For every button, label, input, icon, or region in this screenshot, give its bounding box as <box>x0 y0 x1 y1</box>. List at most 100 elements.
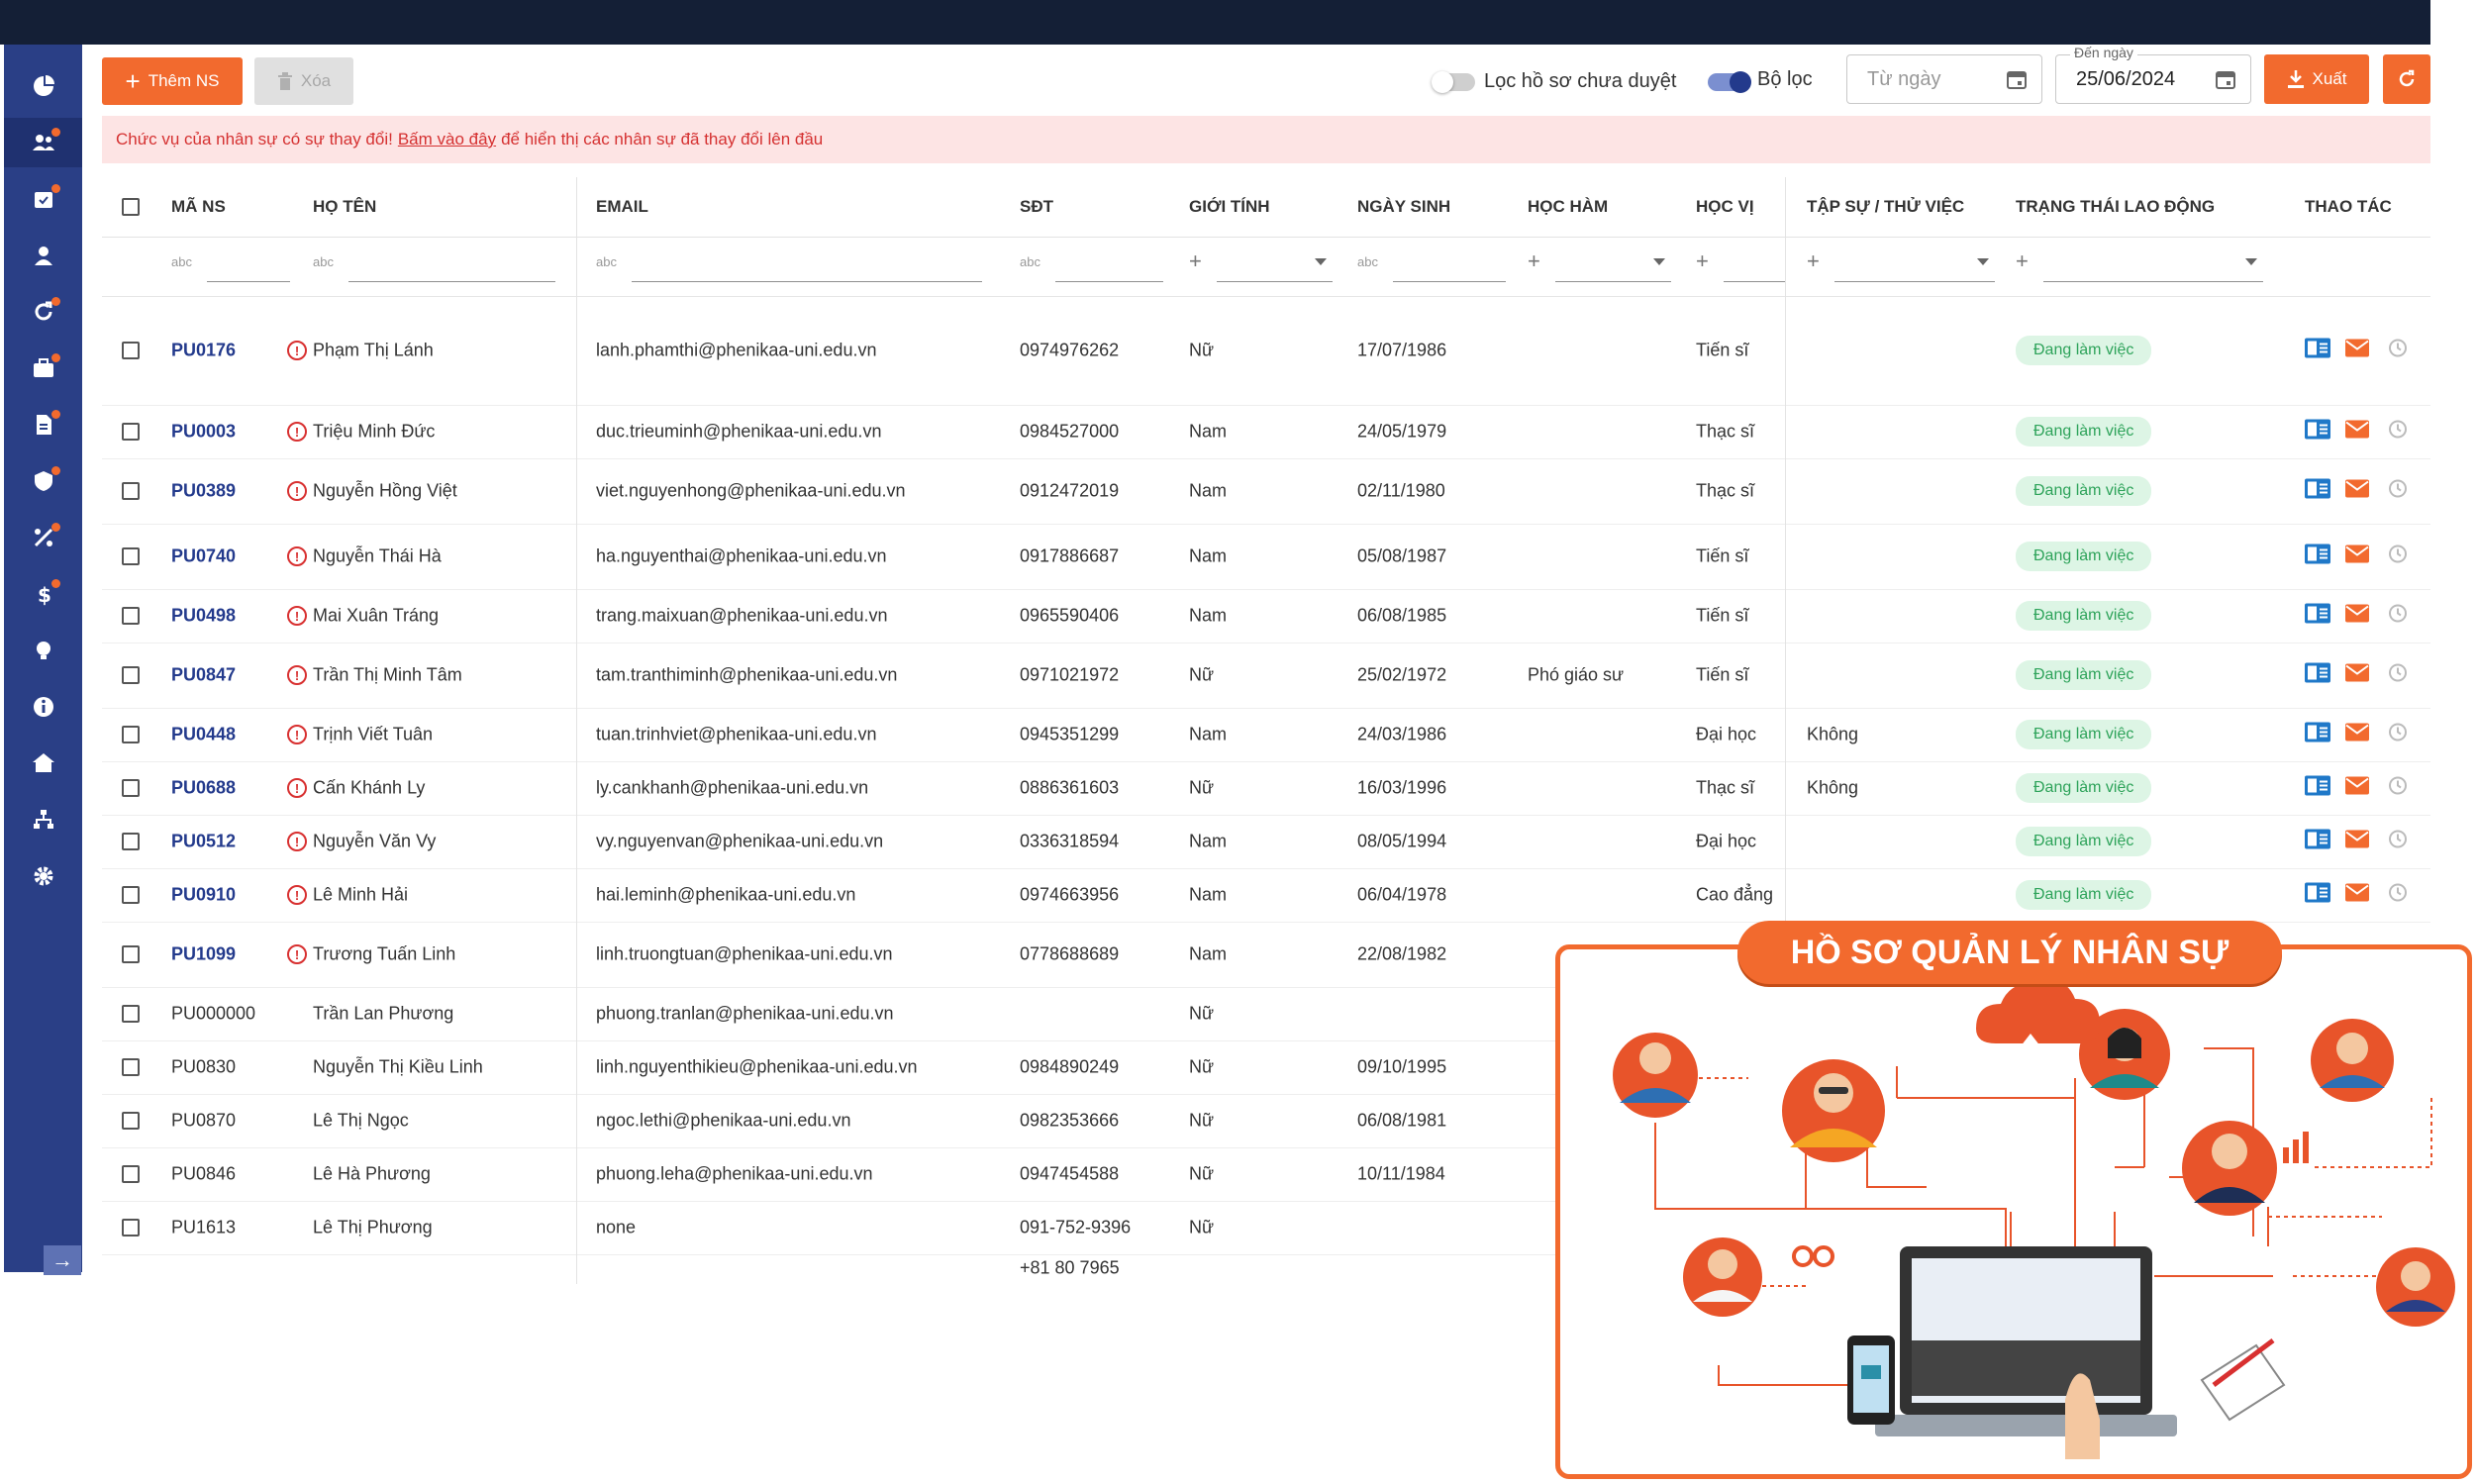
mail-icon[interactable] <box>2345 544 2369 568</box>
sidebar-item-calendar-check[interactable] <box>4 174 82 224</box>
mail-icon[interactable] <box>2345 776 2369 800</box>
history-icon[interactable] <box>2387 544 2409 570</box>
employee-code[interactable]: PU0448 <box>171 725 236 745</box>
sidebar-item-settings[interactable] <box>4 851 82 901</box>
table-row[interactable]: PU0389! Nguyễn Hồng Việt viet.nguyenhong@p… <box>102 458 2430 525</box>
employee-code[interactable]: PU1613 <box>171 1218 236 1238</box>
row-checkbox[interactable] <box>122 1112 140 1130</box>
column-header-name[interactable]: HỌ TÊN <box>313 197 376 217</box>
row-checkbox[interactable] <box>122 726 140 743</box>
table-row[interactable]: PU0176! Phạm Thị Lánh lanh.phamthi@phenika… <box>102 296 2430 406</box>
table-row[interactable]: PU0512! Nguyễn Văn Vy vy.nguyenvan@phenika… <box>102 815 2430 869</box>
select-all-checkbox[interactable] <box>122 198 140 216</box>
column-header-rank[interactable]: HỌC HÀM <box>1528 197 1608 217</box>
employee-code[interactable]: PU0847 <box>171 665 236 686</box>
table-row[interactable]: PU0688! Cấn Khánh Ly ly.cankhanh@phenikaa-… <box>102 761 2430 816</box>
sidebar-item-info[interactable] <box>4 682 82 732</box>
table-row[interactable]: PU0003! Triệu Minh Đức duc.trieuminh@pheni… <box>102 405 2430 459</box>
view-profile-icon[interactable] <box>2305 882 2330 908</box>
mail-icon[interactable] <box>2345 723 2369 746</box>
filter-probation[interactable]: + <box>1807 237 1995 296</box>
mail-icon[interactable] <box>2345 883 2369 907</box>
collapse-sidebar-button[interactable]: → <box>44 1245 81 1275</box>
employee-code[interactable]: PU0389 <box>171 481 236 502</box>
view-profile-icon[interactable] <box>2305 603 2330 629</box>
mail-icon[interactable] <box>2345 339 2369 362</box>
employee-code[interactable]: PU0176 <box>171 341 236 361</box>
employee-code[interactable]: PU1099 <box>171 944 236 965</box>
column-header-email[interactable]: EMAIL <box>596 197 648 217</box>
column-header-code[interactable]: MÃ NS <box>171 197 226 217</box>
view-profile-icon[interactable] <box>2305 338 2330 363</box>
row-checkbox[interactable] <box>122 886 140 904</box>
employee-code[interactable]: PU0688 <box>171 778 236 799</box>
filter-rank[interactable]: + <box>1528 237 1671 296</box>
sidebar-item-shield[interactable] <box>4 456 82 506</box>
history-icon[interactable] <box>2387 603 2409 630</box>
sidebar-item-document[interactable] <box>4 400 82 449</box>
history-icon[interactable] <box>2387 829 2409 855</box>
sidebar-item-dashboard[interactable] <box>4 61 82 111</box>
filter-dob[interactable]: abc <box>1357 237 1506 296</box>
filter-name[interactable]: abc <box>313 237 555 296</box>
table-row[interactable]: PU0847! Trần Thị Minh Tâm tam.tranthiminh@… <box>102 643 2430 709</box>
mail-icon[interactable] <box>2345 830 2369 853</box>
row-checkbox[interactable] <box>122 547 140 565</box>
filter-email[interactable]: abc <box>596 237 982 296</box>
column-header-gender[interactable]: GIỚI TÍNH <box>1189 197 1270 217</box>
delete-button[interactable]: Xóa <box>254 57 353 105</box>
employee-code[interactable]: PU0846 <box>171 1164 236 1185</box>
view-profile-icon[interactable] <box>2305 544 2330 569</box>
column-header-degree[interactable]: HỌC VỊ <box>1696 197 1754 217</box>
row-checkbox[interactable] <box>122 1058 140 1076</box>
history-icon[interactable] <box>2387 338 2409 364</box>
employee-code[interactable]: PU0830 <box>171 1057 236 1078</box>
view-profile-icon[interactable] <box>2305 662 2330 688</box>
row-checkbox[interactable] <box>122 482 140 500</box>
row-checkbox[interactable] <box>122 666 140 684</box>
employee-code[interactable]: PU0498 <box>171 606 236 627</box>
column-header-dob[interactable]: NGÀY SINH <box>1357 197 1450 217</box>
add-employee-button[interactable]: + Thêm NS <box>102 57 243 105</box>
mail-icon[interactable] <box>2345 663 2369 687</box>
view-profile-icon[interactable] <box>2305 419 2330 445</box>
filter-phone[interactable]: abc <box>1020 237 1163 296</box>
sidebar-item-user[interactable] <box>4 231 82 280</box>
filter-toggle[interactable] <box>1708 71 1751 93</box>
view-profile-icon[interactable] <box>2305 722 2330 747</box>
table-row[interactable]: PU0448! Trịnh Viết Tuân tuan.trinhviet@phe… <box>102 708 2430 762</box>
table-row[interactable]: PU0910! Lê Minh Hải hai.leminh@phenikaa-un… <box>102 868 2430 923</box>
sidebar-item-dollar[interactable]: $ <box>4 569 82 619</box>
filter-gender[interactable]: + <box>1189 237 1333 296</box>
row-checkbox[interactable] <box>122 1165 140 1183</box>
column-header-status[interactable]: TRẠNG THÁI LAO ĐỘNG <box>2016 197 2215 217</box>
history-icon[interactable] <box>2387 662 2409 689</box>
filter-status[interactable]: + <box>2016 237 2263 296</box>
sidebar-item-sitemap[interactable] <box>4 795 82 844</box>
row-checkbox[interactable] <box>122 1219 140 1237</box>
filter-code[interactable]: abc <box>171 237 290 296</box>
view-profile-icon[interactable] <box>2305 775 2330 801</box>
history-icon[interactable] <box>2387 722 2409 748</box>
pending-profiles-toggle[interactable] <box>1432 71 1475 93</box>
employee-code[interactable]: PU0003 <box>171 422 236 443</box>
refresh-button[interactable] <box>2383 54 2430 104</box>
employee-code[interactable]: PU0870 <box>171 1111 236 1132</box>
history-icon[interactable] <box>2387 775 2409 802</box>
row-checkbox[interactable] <box>122 607 140 625</box>
row-checkbox[interactable] <box>122 342 140 359</box>
row-checkbox[interactable] <box>122 779 140 797</box>
mail-icon[interactable] <box>2345 604 2369 628</box>
employee-code[interactable]: PU0910 <box>171 885 236 906</box>
column-header-phone[interactable]: SĐT <box>1020 197 1053 217</box>
employee-code[interactable]: PU0740 <box>171 546 236 567</box>
row-checkbox[interactable] <box>122 423 140 441</box>
sidebar-item-users[interactable] <box>4 118 82 167</box>
filter-degree[interactable]: + <box>1696 237 1785 296</box>
history-icon[interactable] <box>2387 882 2409 909</box>
row-checkbox[interactable] <box>122 1005 140 1023</box>
row-checkbox[interactable] <box>122 833 140 850</box>
from-date-input[interactable]: Từ ngày <box>1846 54 2042 104</box>
column-header-actions[interactable]: THAO TÁC <box>2305 197 2392 217</box>
sidebar-item-lightbulb[interactable] <box>4 626 82 675</box>
